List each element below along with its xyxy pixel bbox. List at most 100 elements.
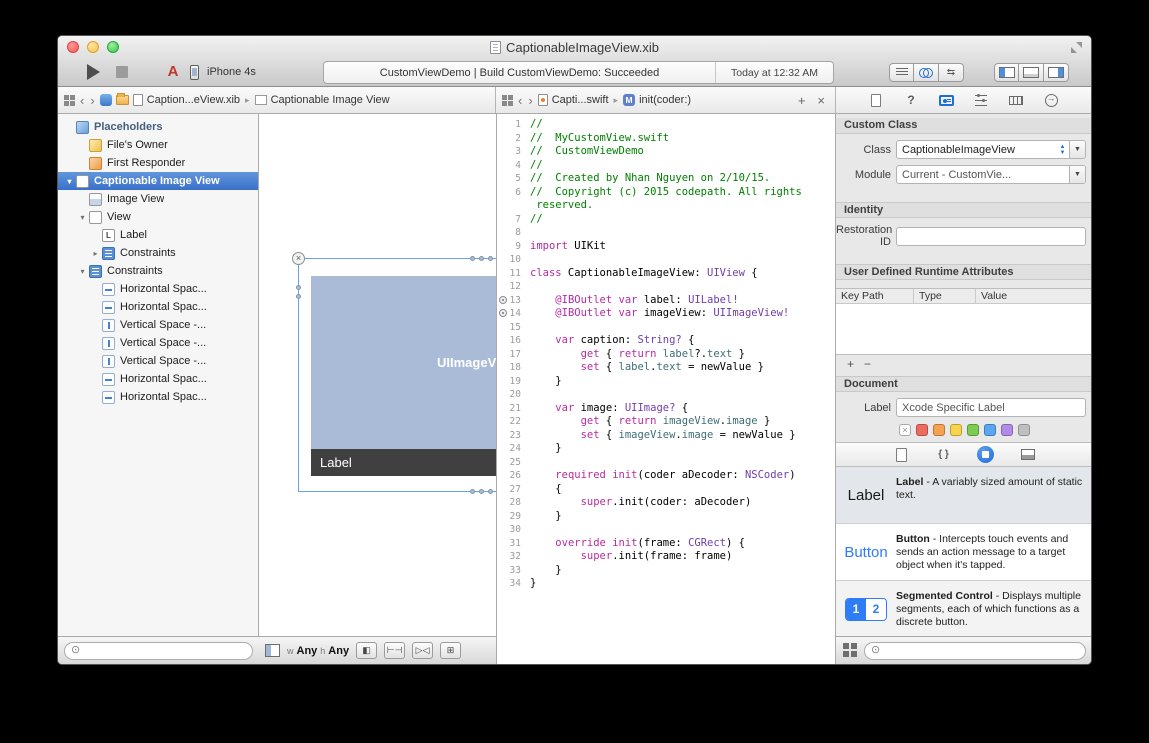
code-line[interactable]: 16 var caption: String? {: [497, 334, 835, 348]
outline-row[interactable]: Horizontal Spac...: [58, 370, 258, 388]
code-line[interactable]: 8: [497, 226, 835, 240]
code-line[interactable]: 24 }: [497, 442, 835, 456]
code-editor[interactable]: 1 // 2 // MyCustomView.swift 3 // CustomViewD…: [496, 114, 836, 664]
related-items-icon[interactable]: [64, 94, 75, 106]
code-line[interactable]: 22 get { return imageView.image }: [497, 415, 835, 429]
code-line[interactable]: 32 super.init(frame: frame): [497, 550, 835, 564]
stepper-icon[interactable]: [1056, 141, 1069, 158]
code-line[interactable]: 27 {: [497, 483, 835, 497]
color-chip[interactable]: [933, 423, 945, 436]
code-line[interactable]: 33 }: [497, 564, 835, 578]
attributes-inspector-tab[interactable]: [972, 91, 990, 109]
resize-knobs-bottom[interactable]: [470, 489, 493, 494]
code-line[interactable]: 5 // Created by Nhan Nguyen on 2/10/15.: [497, 172, 835, 186]
jumpbar-object-segment[interactable]: Captionable Image View: [271, 94, 390, 106]
outline-row[interactable]: L Label: [58, 226, 258, 244]
media-library-tab[interactable]: [1018, 445, 1038, 465]
library-grid-view-icon[interactable]: [843, 643, 858, 658]
forward-icon[interactable]: ›: [89, 94, 95, 107]
code-line[interactable]: 17 get { return label?.text }: [497, 348, 835, 362]
color-chip[interactable]: [1001, 423, 1013, 436]
code-line[interactable]: 9 import UIKit: [497, 240, 835, 254]
disclosure-triangle[interactable]: ▾: [63, 177, 76, 186]
outline-row[interactable]: ▸ Constraints: [58, 244, 258, 262]
stop-button[interactable]: [116, 64, 132, 80]
outline-row[interactable]: Horizontal Spac...: [58, 388, 258, 406]
connection-well-icon[interactable]: [499, 309, 507, 317]
add-attribute-button[interactable]: +: [843, 357, 858, 371]
design-view[interactable]: UIImageView Label ×: [292, 252, 496, 494]
connections-inspector-tab[interactable]: [1042, 91, 1060, 109]
run-button[interactable]: [87, 62, 107, 82]
code-line[interactable]: 11 class CaptionableImageView: UIView {: [497, 267, 835, 281]
code-line[interactable]: 6 // Copyright (c) 2015 codepath. All rig…: [497, 186, 835, 200]
jumpbar-symbol-segment[interactable]: init(coder:): [639, 94, 691, 106]
code-line[interactable]: 31 override init(frame: CGRect) {: [497, 537, 835, 551]
version-editor-button[interactable]: [939, 63, 964, 82]
resize-knobs-left[interactable]: [296, 285, 301, 299]
chevron-down-icon[interactable]: [1069, 141, 1085, 158]
code-line[interactable]: 29 }: [497, 510, 835, 524]
class-combobox[interactable]: CaptionableImageView: [896, 140, 1086, 159]
standard-editor-button[interactable]: [889, 63, 914, 82]
color-chip[interactable]: [950, 423, 962, 436]
align-button[interactable]: ◧: [356, 642, 378, 659]
outline-row[interactable]: First Responder: [58, 154, 258, 172]
close-assistant-editor-button[interactable]: ×: [813, 94, 829, 107]
code-line[interactable]: 25: [497, 456, 835, 470]
code-line[interactable]: 10: [497, 253, 835, 267]
outline-toggle-icon[interactable]: [265, 644, 280, 657]
fullscreen-icon[interactable]: [1071, 42, 1082, 53]
remove-attribute-button[interactable]: −: [860, 357, 875, 371]
utilities-toggle-button[interactable]: [1044, 63, 1069, 82]
size-class-control[interactable]: w Any h Any: [287, 645, 349, 657]
code-line[interactable]: 14 @IBOutlet var imageView: UIImageView!: [497, 307, 835, 321]
code-line[interactable]: 7 //: [497, 213, 835, 227]
code-line[interactable]: 26 required init(coder aDecoder: NSCoder…: [497, 469, 835, 483]
size-inspector-tab[interactable]: [1007, 91, 1025, 109]
module-dropdown[interactable]: Current - CustomVie...: [896, 165, 1086, 184]
back-icon[interactable]: ‹: [79, 94, 85, 107]
color-chip[interactable]: [1018, 423, 1030, 436]
titlebar[interactable]: CaptionableImageView.xib: [58, 36, 1091, 58]
connection-well-icon[interactable]: [499, 295, 507, 304]
code-line[interactable]: 13 @IBOutlet var label: UILabel!: [497, 294, 835, 308]
outline-filter-field[interactable]: [64, 641, 253, 660]
code-line[interactable]: 18 set { label.text = newValue }: [497, 361, 835, 375]
file-inspector-tab[interactable]: [867, 91, 885, 109]
restoration-id-field[interactable]: [896, 226, 1086, 246]
navigator-toggle-button[interactable]: [994, 63, 1019, 82]
ib-canvas[interactable]: UIImageView Label ×: [259, 114, 496, 636]
quick-help-inspector-tab[interactable]: [902, 91, 920, 109]
runtime-attributes-table[interactable]: Key Path Type Value: [836, 288, 1091, 355]
outline-row[interactable]: Vertical Space -...: [58, 316, 258, 334]
code-line[interactable]: 30: [497, 523, 835, 537]
outline-row[interactable]: Horizontal Spac...: [58, 298, 258, 316]
library-item[interactable]: Button Button - Intercepts touch events a…: [836, 524, 1091, 581]
disclosure-triangle[interactable]: ▸: [89, 249, 102, 258]
scheme-selector[interactable]: iPhone 4s: [164, 61, 256, 83]
destination-label[interactable]: iPhone 4s: [207, 66, 256, 78]
code-line[interactable]: reserved.: [497, 199, 835, 213]
jumpbar-file-segment[interactable]: Caption...eView.xib: [147, 94, 240, 106]
document-label-field[interactable]: Xcode Specific Label: [896, 398, 1086, 417]
uilabel-preview[interactable]: Label: [311, 449, 496, 476]
code-line[interactable]: 23 set { imageView.image = newValue }: [497, 429, 835, 443]
resolve-issues-button[interactable]: ▷◁: [412, 642, 434, 659]
code-snippet-library-tab[interactable]: [934, 445, 954, 465]
outline-row[interactable]: ▾ Constraints: [58, 262, 258, 280]
assistant-editor-button[interactable]: [914, 63, 939, 82]
code-line[interactable]: 12: [497, 280, 835, 294]
forward-icon[interactable]: ›: [527, 94, 533, 107]
code-line[interactable]: 4 //: [497, 159, 835, 173]
no-color-chip[interactable]: [899, 423, 911, 436]
identity-inspector-tab[interactable]: [937, 91, 955, 109]
disclosure-triangle[interactable]: ▾: [76, 267, 89, 276]
code-line[interactable]: 21 var image: UIImage? {: [497, 402, 835, 416]
outline-row[interactable]: Vertical Space -...: [58, 352, 258, 370]
library-search-field[interactable]: [864, 641, 1086, 660]
library-item[interactable]: 1 2 Segmented Control - Displays multiple …: [836, 581, 1091, 636]
outline-row[interactable]: Vertical Space -...: [58, 334, 258, 352]
related-items-icon[interactable]: [502, 94, 513, 106]
outline-row[interactable]: ▾ View: [58, 208, 258, 226]
